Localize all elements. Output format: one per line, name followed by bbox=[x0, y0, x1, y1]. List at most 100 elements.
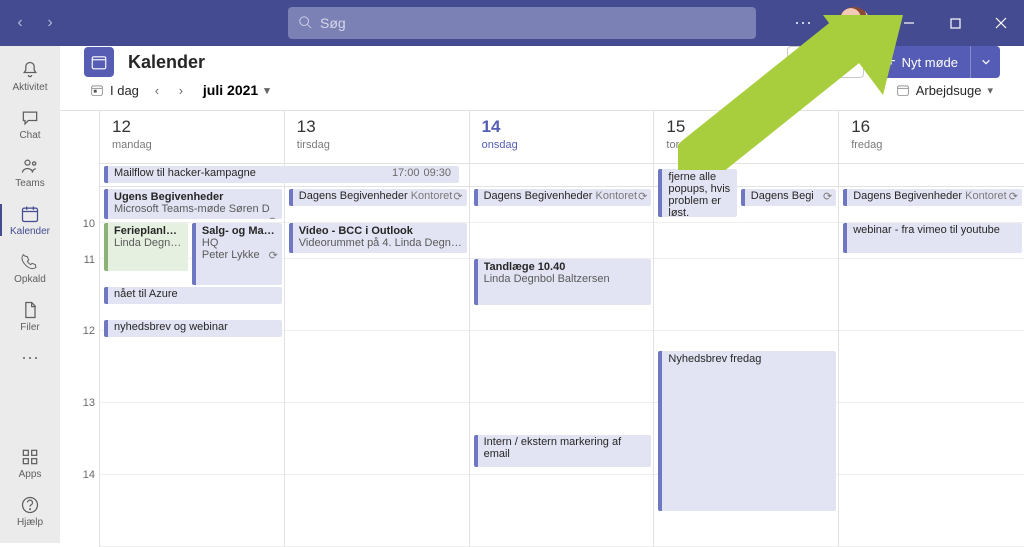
recur-icon: ⟳ bbox=[269, 249, 278, 262]
calendar-event[interactable]: ⟳ Dagens Begi bbox=[741, 189, 836, 206]
day-name: tirsdag bbox=[297, 139, 457, 151]
search-input[interactable] bbox=[320, 15, 746, 31]
event-title: Salg- og Marketingstrate bbox=[202, 225, 278, 237]
time-label: 12 bbox=[83, 325, 95, 337]
calendar-event[interactable]: Tandlæge 10.40 Linda Degnbol Baltzersen bbox=[474, 259, 652, 305]
chevron-down-icon: ▾ bbox=[264, 84, 270, 97]
event-location: Kontoret bbox=[596, 190, 638, 202]
month-label-text: juli 2021 bbox=[203, 82, 258, 98]
calendar-event[interactable]: fjerne alle popups, hvis problem er løst… bbox=[658, 169, 737, 217]
rail-files[interactable]: Filer bbox=[0, 292, 60, 340]
time-axis: 10 11 12 13 14 bbox=[60, 111, 100, 547]
titlebar: ‹ › ⋯ bbox=[0, 0, 1024, 46]
view-label: Arbejdsuge bbox=[916, 83, 982, 98]
calendar-event[interactable]: ⟳ Dagens Begivenheder Kontoret bbox=[843, 189, 1022, 206]
time-label: 13 bbox=[83, 397, 95, 409]
rail-more[interactable]: ⋯ bbox=[21, 340, 39, 377]
today-icon bbox=[90, 83, 104, 97]
event-title: Video - BCC i Outlook bbox=[299, 225, 463, 237]
chevron-down-icon: ▾ bbox=[987, 84, 993, 97]
time-label: 11 bbox=[84, 254, 95, 266]
help-icon bbox=[20, 495, 40, 515]
window-minimize[interactable] bbox=[886, 0, 932, 46]
day-column-monday: 12mandag 09:30 17:00 Mailflow til hacker… bbox=[100, 111, 285, 547]
next-week[interactable]: › bbox=[169, 83, 193, 98]
calendar-event[interactable]: Intern / ekstern markering af email bbox=[474, 435, 652, 467]
rail-calls[interactable]: Opkald bbox=[0, 244, 60, 292]
calendar-event[interactable]: Nyhedsbrev fredag bbox=[658, 351, 836, 511]
rail-label: Chat bbox=[19, 130, 40, 141]
view-selector[interactable]: Arbejdsuge ▾ bbox=[889, 78, 1000, 103]
today-button[interactable]: I dag bbox=[84, 79, 145, 102]
day-number: 15 bbox=[666, 117, 826, 137]
week-toolbar: I dag ‹ › juli 2021 ▾ Arbejdsuge ▾ bbox=[60, 78, 1024, 110]
window-maximize[interactable] bbox=[932, 0, 978, 46]
day-number: 13 bbox=[297, 117, 457, 137]
calendar-event[interactable]: nyhedsbrev og webinar bbox=[104, 320, 282, 337]
calendar-event[interactable]: Video - BCC i Outlook Videorummet på 4. … bbox=[289, 223, 467, 253]
event-subtitle: Linda Degnbol Baltzersen bbox=[484, 273, 648, 285]
rail-apps[interactable]: Apps bbox=[0, 439, 60, 487]
event-title: fjerne alle popups, hvis problem er løst… bbox=[668, 171, 733, 217]
day-column-wednesday: 14onsdag ⟳ Dagens Begivenheder Kontoret … bbox=[470, 111, 655, 547]
rail-label: Apps bbox=[19, 469, 42, 480]
new-meeting-button[interactable]: + Nyt møde bbox=[874, 46, 970, 78]
rail-chat[interactable]: Chat bbox=[0, 100, 60, 148]
chat-icon bbox=[20, 108, 40, 128]
event-title: Dagens Begivenheder bbox=[299, 190, 408, 202]
recur-icon: ⟳ bbox=[638, 190, 647, 203]
calendar-event[interactable]: Ugens Begivenheder Microsoft Teams-møde … bbox=[104, 189, 282, 219]
meet-now-button[interactable]: ød nu bbox=[787, 46, 864, 78]
event-title: webinar - fra vimeo til youtube bbox=[853, 224, 1018, 236]
calendar-event[interactable]: Ferieplanlægnin Linda Degnbol Baltzersen bbox=[104, 223, 188, 271]
day-column-thursday: 15 torsdag fjerne alle popups, hvis probl… bbox=[654, 111, 839, 547]
day-name: fredag bbox=[851, 139, 1012, 151]
month-picker[interactable]: juli 2021 ▾ bbox=[203, 82, 270, 98]
search-icon bbox=[298, 15, 312, 32]
calendar-event[interactable]: ⟳ Dagens Begivenheder Kontoret bbox=[474, 189, 652, 206]
event-title: Tandlæge 10.40 bbox=[484, 261, 648, 273]
event-subtitle: Linda Degnbol Baltzersen bbox=[114, 237, 184, 249]
calendar-event[interactable]: Salg- og Marketingstrate HQ Peter Lykke … bbox=[192, 223, 282, 285]
prev-week[interactable]: ‹ bbox=[145, 83, 169, 98]
rail-label: Opkald bbox=[14, 274, 46, 285]
day-column-tuesday: 13 tirsdag ⟳ Dagens Begivenheder Kontoret… bbox=[285, 111, 470, 547]
event-title: Ferieplanlægnin bbox=[114, 225, 184, 237]
day-number: 12 bbox=[112, 117, 272, 137]
day-name: onsdag bbox=[482, 139, 642, 151]
day-number: 14 bbox=[482, 117, 642, 137]
rail-label: Hjælp bbox=[17, 517, 43, 528]
rail-activity[interactable]: Aktivitet bbox=[0, 52, 60, 100]
rail-calendar[interactable]: Kalender bbox=[0, 196, 60, 244]
search-box[interactable] bbox=[288, 7, 756, 39]
time-label: 10 bbox=[83, 218, 95, 230]
event-location: Kontoret bbox=[965, 190, 1007, 202]
event-subtitle: Videorummet på 4. Linda Degnbol B bbox=[299, 237, 463, 249]
event-title: Mailflow til hacker-kampagne bbox=[114, 167, 256, 179]
new-meeting-dropdown[interactable] bbox=[970, 46, 1000, 78]
event-title: Dagens Begivenheder bbox=[853, 190, 962, 202]
calendar-tile-icon bbox=[84, 47, 114, 77]
day-name: torsdag bbox=[666, 139, 826, 151]
event-title: Dagens Begi bbox=[751, 190, 814, 202]
calendar-event[interactable]: nået til Azure bbox=[104, 287, 282, 304]
teams-icon bbox=[20, 156, 40, 176]
time-label: 14 bbox=[83, 469, 95, 481]
calendar-grid: 10 11 12 13 14 12mandag 09:30 17:00 Mail… bbox=[60, 110, 1024, 547]
avatar[interactable] bbox=[838, 7, 870, 39]
rail-teams[interactable]: Teams bbox=[0, 148, 60, 196]
today-label: I dag bbox=[110, 83, 139, 98]
history-forward[interactable]: › bbox=[38, 11, 62, 35]
calendar-event[interactable]: ⟳ Dagens Begivenheder Kontoret bbox=[289, 189, 467, 206]
event-subtitle: Microsoft Teams-møde Søren D bbox=[114, 203, 270, 215]
rail-label: Aktivitet bbox=[12, 82, 47, 93]
event-title: Ugens Begivenheder bbox=[114, 191, 278, 203]
history-back[interactable]: ‹ bbox=[8, 11, 32, 35]
meet-now-label: ød nu bbox=[818, 55, 851, 70]
window-close[interactable] bbox=[978, 0, 1024, 46]
event-title: Dagens Begivenheder bbox=[484, 190, 593, 202]
more-menu[interactable]: ⋯ bbox=[784, 13, 822, 34]
calendar-icon bbox=[896, 83, 910, 97]
calendar-event[interactable]: webinar - fra vimeo til youtube bbox=[843, 223, 1022, 253]
rail-help[interactable]: Hjælp bbox=[0, 487, 60, 535]
